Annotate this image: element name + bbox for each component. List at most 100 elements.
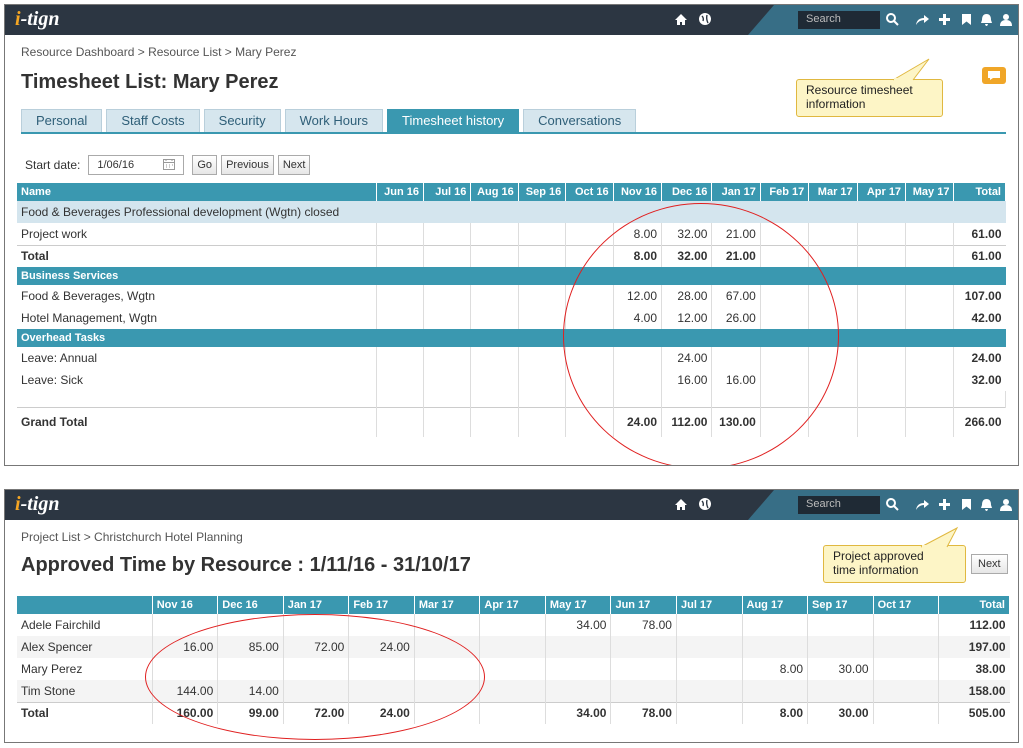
globe-icon[interactable]	[697, 496, 713, 512]
user-icon[interactable]	[998, 11, 1014, 27]
column-header[interactable]: Total	[953, 183, 1006, 201]
start-date-input[interactable]: 1/06/16	[88, 155, 185, 175]
hours-cell	[423, 244, 472, 267]
row-name[interactable]: Hotel Management, Wgtn	[17, 307, 377, 329]
column-header[interactable]: Dec 16	[661, 183, 713, 201]
resource-name[interactable]: Mary Perez	[17, 658, 153, 680]
resource-name[interactable]: Alex Spencer	[17, 636, 153, 658]
row-name[interactable]: Leave: Annual	[17, 347, 377, 369]
bell-icon[interactable]	[978, 496, 994, 512]
hours-cell	[414, 658, 481, 680]
column-header[interactable]: Oct 16	[565, 183, 614, 201]
hours-cell	[905, 285, 955, 307]
column-header[interactable]: Jan 17	[283, 596, 350, 614]
row-name[interactable]: Leave: Sick	[17, 369, 377, 391]
empty-cell	[470, 391, 519, 407]
resource-name[interactable]: Tim Stone	[17, 680, 153, 702]
globe-icon[interactable]	[697, 11, 713, 27]
empty-cell	[905, 391, 955, 407]
column-header[interactable]: Nov 16	[152, 596, 219, 614]
home-icon[interactable]	[673, 11, 689, 27]
user-icon[interactable]	[998, 496, 1014, 512]
column-header[interactable]: Jul 16	[423, 183, 472, 201]
hours-cell	[760, 285, 810, 307]
hours-cell	[857, 244, 907, 267]
column-header[interactable]: Name	[17, 183, 377, 201]
column-header[interactable]: Oct 17	[873, 596, 940, 614]
column-header[interactable]: May 17	[905, 183, 955, 201]
empty-cell	[565, 391, 614, 407]
previous-button[interactable]: Previous	[221, 155, 274, 175]
tab-conversations[interactable]: Conversations	[523, 109, 637, 133]
row-total: 505.00	[938, 701, 1010, 724]
column-header[interactable]: May 17	[545, 596, 612, 614]
share-icon[interactable]	[914, 11, 930, 27]
column-header[interactable]: Sep 17	[807, 596, 874, 614]
search-icon[interactable]	[884, 496, 900, 512]
column-header[interactable]: Jul 17	[676, 596, 743, 614]
column-header[interactable]: Mar 17	[808, 183, 858, 201]
column-header[interactable]: Aug 17	[742, 596, 809, 614]
hours-cell	[905, 307, 955, 329]
search-input[interactable]: Search	[798, 496, 880, 514]
app-logo[interactable]: i-tign	[15, 493, 59, 516]
chat-icon[interactable]	[982, 67, 1006, 84]
column-header[interactable]: Apr 17	[857, 183, 907, 201]
hours-cell: 78.00	[610, 701, 677, 724]
row-name[interactable]: Grand Total	[17, 406, 377, 437]
row-name[interactable]: Total	[17, 244, 377, 267]
breadcrumb[interactable]: Resource Dashboard > Resource List > Mar…	[21, 45, 296, 59]
next-button[interactable]: Next	[277, 155, 311, 175]
column-header[interactable]: Mar 17	[414, 596, 481, 614]
empty-cell	[857, 391, 907, 407]
go-button[interactable]: Go	[192, 155, 218, 175]
page-title: Approved Time by Resource : 1/11/16 - 31…	[21, 554, 471, 576]
hours-cell	[376, 244, 424, 267]
tab-timesheet-history[interactable]: Timesheet history	[387, 109, 520, 133]
column-header[interactable]: Sep 16	[518, 183, 567, 201]
hours-cell	[283, 680, 350, 702]
next-button[interactable]: Next	[971, 554, 1008, 574]
app-logo[interactable]: i-tign	[15, 8, 59, 31]
table-row: Project work 8.00 32.00 21.00 61.00	[17, 223, 1006, 245]
column-header[interactable]: Jan 17	[711, 183, 761, 201]
row-name[interactable]: Food & Beverages, Wgtn	[17, 285, 377, 307]
hours-cell	[857, 369, 907, 391]
bell-icon[interactable]	[978, 11, 994, 27]
tab-work-hours[interactable]: Work Hours	[284, 109, 384, 133]
column-header[interactable]: Nov 16	[613, 183, 663, 201]
share-icon[interactable]	[914, 496, 930, 512]
total-row: Grand Total 24.00 112.00 130.00 266.00	[17, 406, 1006, 437]
breadcrumb[interactable]: Project List > Christchurch Hotel Planni…	[21, 530, 243, 544]
column-header[interactable]: Total	[938, 596, 1010, 614]
timesheet-table: Name Jun 16 Jul 16 Aug 16 Sep 16 Oct 16 Nov 16…	[17, 183, 1006, 437]
bookmark-icon[interactable]	[958, 496, 974, 512]
column-header[interactable]: Apr 17	[479, 596, 546, 614]
hours-cell: 34.00	[545, 614, 612, 636]
search-icon[interactable]	[884, 11, 900, 27]
add-icon[interactable]	[936, 11, 952, 27]
tab-personal[interactable]: Personal	[21, 109, 103, 133]
column-header[interactable]: Jun 17	[610, 596, 677, 614]
resource-name[interactable]: Total	[17, 701, 153, 724]
search-input[interactable]: Search	[798, 11, 880, 29]
hours-cell	[905, 244, 955, 267]
tab-staff-costs[interactable]: Staff Costs	[106, 109, 200, 133]
column-header[interactable]	[17, 596, 153, 614]
hours-cell	[610, 636, 677, 658]
column-header[interactable]: Dec 16	[217, 596, 284, 614]
column-header[interactable]: Aug 16	[470, 183, 519, 201]
empty-cell	[808, 391, 858, 407]
add-icon[interactable]	[936, 496, 952, 512]
calendar-icon[interactable]	[163, 158, 176, 173]
table-row: Leave: Annual 24.00 24.00	[17, 347, 1006, 369]
resource-name[interactable]: Adele Fairchild	[17, 614, 153, 636]
column-header[interactable]: Jun 16	[376, 183, 424, 201]
row-name[interactable]: Project work	[17, 223, 377, 245]
column-header[interactable]: Feb 17	[348, 596, 415, 614]
home-icon[interactable]	[673, 496, 689, 512]
bookmark-icon[interactable]	[958, 11, 974, 27]
tab-security[interactable]: Security	[203, 109, 281, 133]
column-header[interactable]: Feb 17	[760, 183, 810, 201]
hours-cell	[470, 285, 519, 307]
